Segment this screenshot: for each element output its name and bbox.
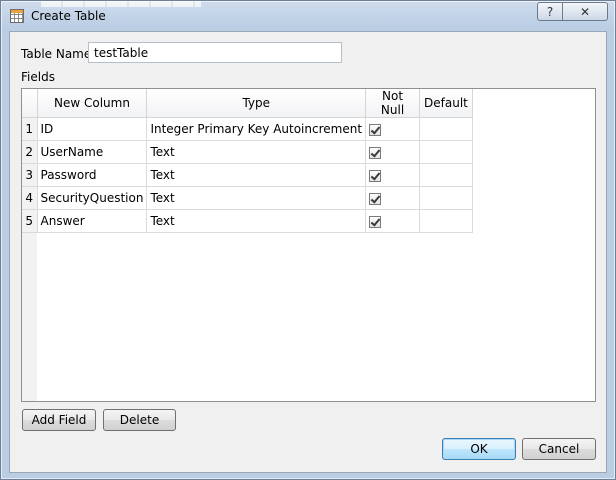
not-null-checkbox[interactable]: [369, 169, 382, 182]
cell-not-null[interactable]: [365, 140, 421, 164]
cell-not-null[interactable]: [365, 117, 421, 141]
create-table-dialog: Create Table ? ✕ Table Name: Fields New …: [0, 0, 616, 480]
add-field-button[interactable]: Add Field: [22, 409, 96, 431]
cell-not-null[interactable]: [365, 186, 421, 210]
cell-not-null[interactable]: [365, 163, 421, 187]
column-header-new-column[interactable]: New Column: [37, 89, 148, 118]
cell-default[interactable]: [419, 163, 473, 187]
dialog-body: Table Name: Fields New Column Type Not N…: [9, 31, 607, 473]
grid-corner[interactable]: [22, 89, 38, 118]
table-row[interactable]: 1 ID Integer Primary Key Autoincrement: [22, 117, 473, 141]
not-null-checkbox[interactable]: [369, 123, 382, 136]
cell-default[interactable]: [419, 209, 473, 233]
fields-label: Fields: [21, 70, 55, 84]
delete-button[interactable]: Delete: [103, 409, 176, 431]
window-title: Create Table: [31, 9, 106, 23]
table-row[interactable]: 3 Password Text: [22, 163, 473, 187]
cell-type[interactable]: Text: [146, 163, 367, 187]
close-icon: ✕: [579, 4, 591, 19]
row-number[interactable]: 5: [22, 209, 38, 233]
column-header-type[interactable]: Type: [146, 89, 367, 118]
cell-column-name[interactable]: ID: [37, 117, 148, 141]
cell-column-name[interactable]: SecurityQuestion: [37, 186, 148, 210]
table-row[interactable]: 2 UserName Text: [22, 140, 473, 164]
cancel-button[interactable]: Cancel: [522, 438, 596, 460]
cell-type[interactable]: Text: [146, 186, 367, 210]
table-name-input[interactable]: [88, 42, 342, 63]
title-bar[interactable]: Create Table ? ✕: [1, 1, 615, 31]
table-row[interactable]: 4 SecurityQuestion Text: [22, 186, 473, 210]
cell-type[interactable]: Text: [146, 140, 367, 164]
column-header-not-null[interactable]: Not Null: [365, 89, 421, 118]
not-null-checkbox[interactable]: [369, 215, 382, 228]
not-null-checkbox[interactable]: [369, 146, 382, 159]
not-null-checkbox[interactable]: [369, 192, 382, 205]
row-number[interactable]: 4: [22, 186, 38, 210]
row-number[interactable]: 3: [22, 163, 38, 187]
help-icon: ?: [546, 4, 554, 19]
cell-column-name[interactable]: Password: [37, 163, 148, 187]
cell-column-name[interactable]: UserName: [37, 140, 148, 164]
ok-button[interactable]: OK: [442, 438, 516, 460]
column-header-default[interactable]: Default: [419, 89, 473, 118]
cell-not-null[interactable]: [365, 209, 421, 233]
cell-column-name[interactable]: Answer: [37, 209, 148, 233]
table-icon: [10, 9, 24, 23]
fields-grid[interactable]: New Column Type Not Null Default 1 ID In…: [21, 88, 596, 402]
cell-type[interactable]: Text: [146, 209, 367, 233]
cell-default[interactable]: [419, 117, 473, 141]
table-row[interactable]: 5 Answer Text: [22, 209, 473, 233]
row-number[interactable]: 1: [22, 117, 38, 141]
table-name-label: Table Name:: [21, 47, 96, 61]
fields-table[interactable]: New Column Type Not Null Default 1 ID In…: [22, 89, 473, 233]
close-button[interactable]: ✕: [563, 2, 608, 21]
help-button[interactable]: ?: [537, 2, 563, 21]
cell-default[interactable]: [419, 140, 473, 164]
row-number[interactable]: 2: [22, 140, 38, 164]
cell-default[interactable]: [419, 186, 473, 210]
cell-type[interactable]: Integer Primary Key Autoincrement: [146, 117, 367, 141]
